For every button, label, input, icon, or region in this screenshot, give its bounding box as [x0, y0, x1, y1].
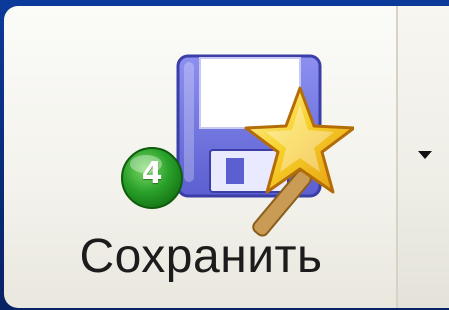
- save-button-label: Сохранить: [79, 230, 323, 283]
- save-split-button[interactable]: 4 Сохранить: [4, 6, 449, 308]
- save-as-icon: [121, 54, 354, 237]
- save-button[interactable]: 4 Сохранить: [4, 6, 398, 308]
- key-tip-number: 4: [141, 156, 163, 191]
- save-dropdown-button[interactable]: [398, 6, 449, 308]
- chevron-down-icon: [418, 151, 432, 159]
